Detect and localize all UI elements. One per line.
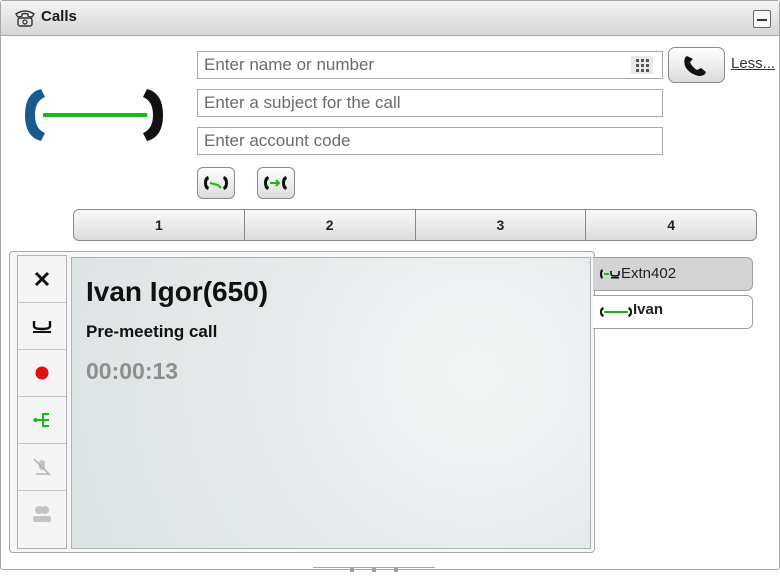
call-connected-icon bbox=[25, 89, 163, 141]
held-call-icon bbox=[600, 269, 620, 279]
active-call-display: Ivan Igor(650) Pre-meeting call 00:00:13 bbox=[71, 257, 591, 549]
window-title: Calls bbox=[41, 8, 77, 25]
call-duration: 00:00:13 bbox=[86, 358, 179, 384]
hangup-button[interactable] bbox=[18, 256, 66, 303]
grip-dot bbox=[394, 568, 398, 572]
connected-call-icon bbox=[600, 307, 632, 317]
conference-button[interactable] bbox=[257, 167, 295, 199]
tab-3[interactable]: 3 bbox=[416, 210, 587, 240]
subject-input[interactable] bbox=[197, 89, 663, 117]
transfer-button[interactable] bbox=[197, 167, 235, 199]
mute-button bbox=[18, 444, 66, 491]
tab-2[interactable]: 2 bbox=[245, 210, 416, 240]
resize-grip[interactable] bbox=[313, 563, 435, 577]
queue-item-label: Extn402 bbox=[621, 265, 677, 282]
redirect-button[interactable] bbox=[18, 397, 66, 444]
dialpad-icon[interactable] bbox=[631, 56, 653, 74]
hangup-icon bbox=[34, 271, 50, 287]
tab-1[interactable]: 1 bbox=[74, 210, 245, 240]
redirect-icon bbox=[33, 413, 49, 427]
number-input[interactable] bbox=[197, 51, 663, 79]
grip-dot bbox=[350, 568, 354, 572]
call-tabs: 1 2 3 4 bbox=[73, 209, 757, 241]
grip-dot bbox=[372, 568, 376, 572]
conference-icon bbox=[264, 176, 287, 190]
record-icon bbox=[35, 366, 49, 380]
mute-icon bbox=[33, 458, 51, 476]
account-code-input[interactable] bbox=[197, 127, 663, 155]
telephone-icon bbox=[15, 10, 35, 27]
hold-button[interactable] bbox=[18, 303, 66, 350]
title-bar: Calls bbox=[1, 1, 779, 36]
call-button[interactable] bbox=[668, 47, 725, 83]
listen-button bbox=[18, 491, 66, 537]
handset-icon bbox=[684, 56, 706, 76]
listen-icon bbox=[33, 506, 51, 522]
queue-item-held[interactable]: Extn402 bbox=[593, 257, 753, 291]
minimize-button[interactable] bbox=[753, 10, 771, 28]
call-subject: Pre-meeting call bbox=[86, 322, 218, 341]
queue-item-label: Ivan bbox=[633, 301, 664, 318]
caller-name: Ivan Igor(650) bbox=[86, 276, 269, 307]
call-action-toolbar bbox=[17, 255, 67, 549]
hold-icon bbox=[32, 321, 52, 333]
record-button[interactable] bbox=[18, 350, 66, 397]
tab-4[interactable]: 4 bbox=[586, 210, 756, 240]
less-link[interactable]: Less... bbox=[731, 55, 775, 72]
calls-window: Calls Less... bbox=[0, 0, 780, 572]
queue-item-connected[interactable]: Ivan bbox=[593, 295, 753, 329]
transfer-icon bbox=[204, 176, 228, 190]
